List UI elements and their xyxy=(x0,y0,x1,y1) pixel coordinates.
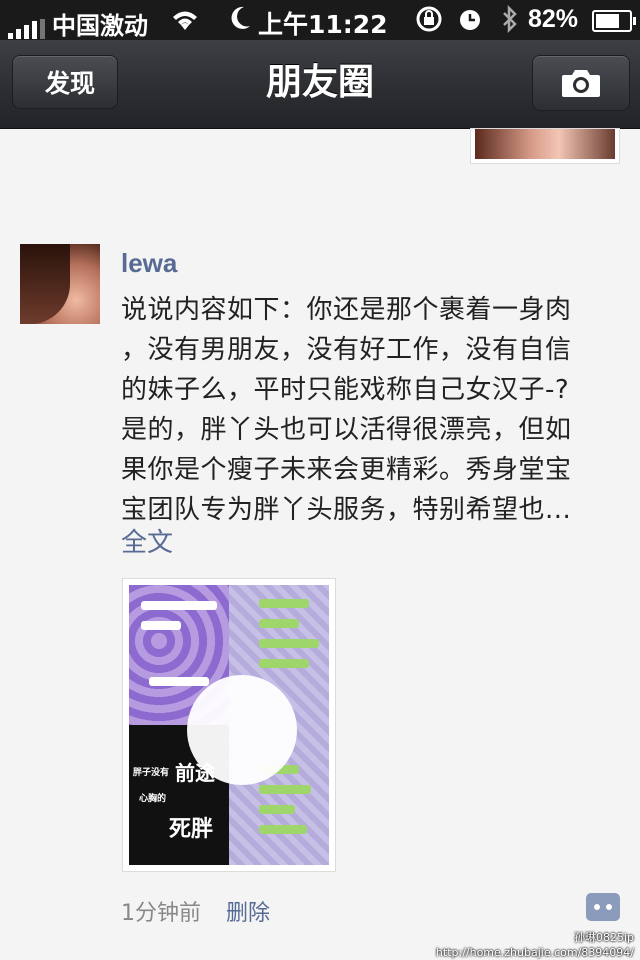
watermark-line: http://home.zhubajie.com/8394094/ xyxy=(435,946,634,959)
image-text: 死胖 xyxy=(169,816,214,842)
camera-button[interactable] xyxy=(532,55,630,111)
rotation-lock-icon xyxy=(416,6,442,32)
signal-icon xyxy=(8,10,48,39)
avatar[interactable] xyxy=(20,244,100,324)
bluetooth-icon xyxy=(503,4,517,34)
post-text-line: 是的，胖丫头也可以活得很漂亮，但如 xyxy=(121,415,572,445)
post-text-line: 宝团队专为胖丫头服务，特别希望也... xyxy=(121,495,572,525)
camera-icon xyxy=(562,70,600,97)
watermark: 孙琳0825ip http://home.zhubajie.com/839409… xyxy=(436,930,634,960)
nav-bar: 朋友圈 发现 xyxy=(0,40,640,129)
previous-post-image[interactable] xyxy=(470,128,620,164)
image-text: 心胸的 xyxy=(139,794,167,804)
wifi-icon xyxy=(168,4,202,41)
status-icons xyxy=(414,4,520,41)
post-text: 说说内容如下：你还是那个裹着一身肉 ，没有男朋友，没有好工作，没有自信 的妹子么… xyxy=(121,290,601,530)
post-text-line: 的妹子么，平时只能戏称自己女汉子-? xyxy=(121,375,570,405)
status-time: 上午11:22 xyxy=(258,10,388,39)
delete-button[interactable]: 删除 xyxy=(226,895,270,927)
back-button-label: 发现 xyxy=(44,69,95,98)
image-text: 胖子没有 xyxy=(133,768,170,778)
back-button[interactable]: 发现 xyxy=(12,55,118,109)
post-text-line: 果你是个瘦子未来会更精彩。秀身堂宝 xyxy=(121,455,572,485)
carrier-name: 中国激动 xyxy=(52,12,148,40)
battery-icon xyxy=(592,10,636,32)
post-text-line: ，没有男朋友，没有好工作，没有自信 xyxy=(121,335,572,365)
moon-icon xyxy=(230,4,252,39)
battery-percent: 82% xyxy=(528,5,579,33)
image-text: 前途 xyxy=(175,761,215,785)
post-time: 1分钟前 xyxy=(121,901,201,926)
post-image[interactable]: 前途 死胖 胖子没有 心胸的 xyxy=(122,578,336,872)
status-bar: 中国激动 上午11:22 82% xyxy=(0,0,640,40)
alarm-icon xyxy=(459,10,480,30)
watermark-line: 孙琳0825ip xyxy=(573,931,634,944)
full-text-link[interactable]: 全文 xyxy=(121,522,173,559)
post-username[interactable]: lewa xyxy=(121,248,177,279)
post-text-line: 说说内容如下：你还是那个裹着一身肉 xyxy=(121,295,572,325)
comment-icon[interactable] xyxy=(586,893,620,921)
